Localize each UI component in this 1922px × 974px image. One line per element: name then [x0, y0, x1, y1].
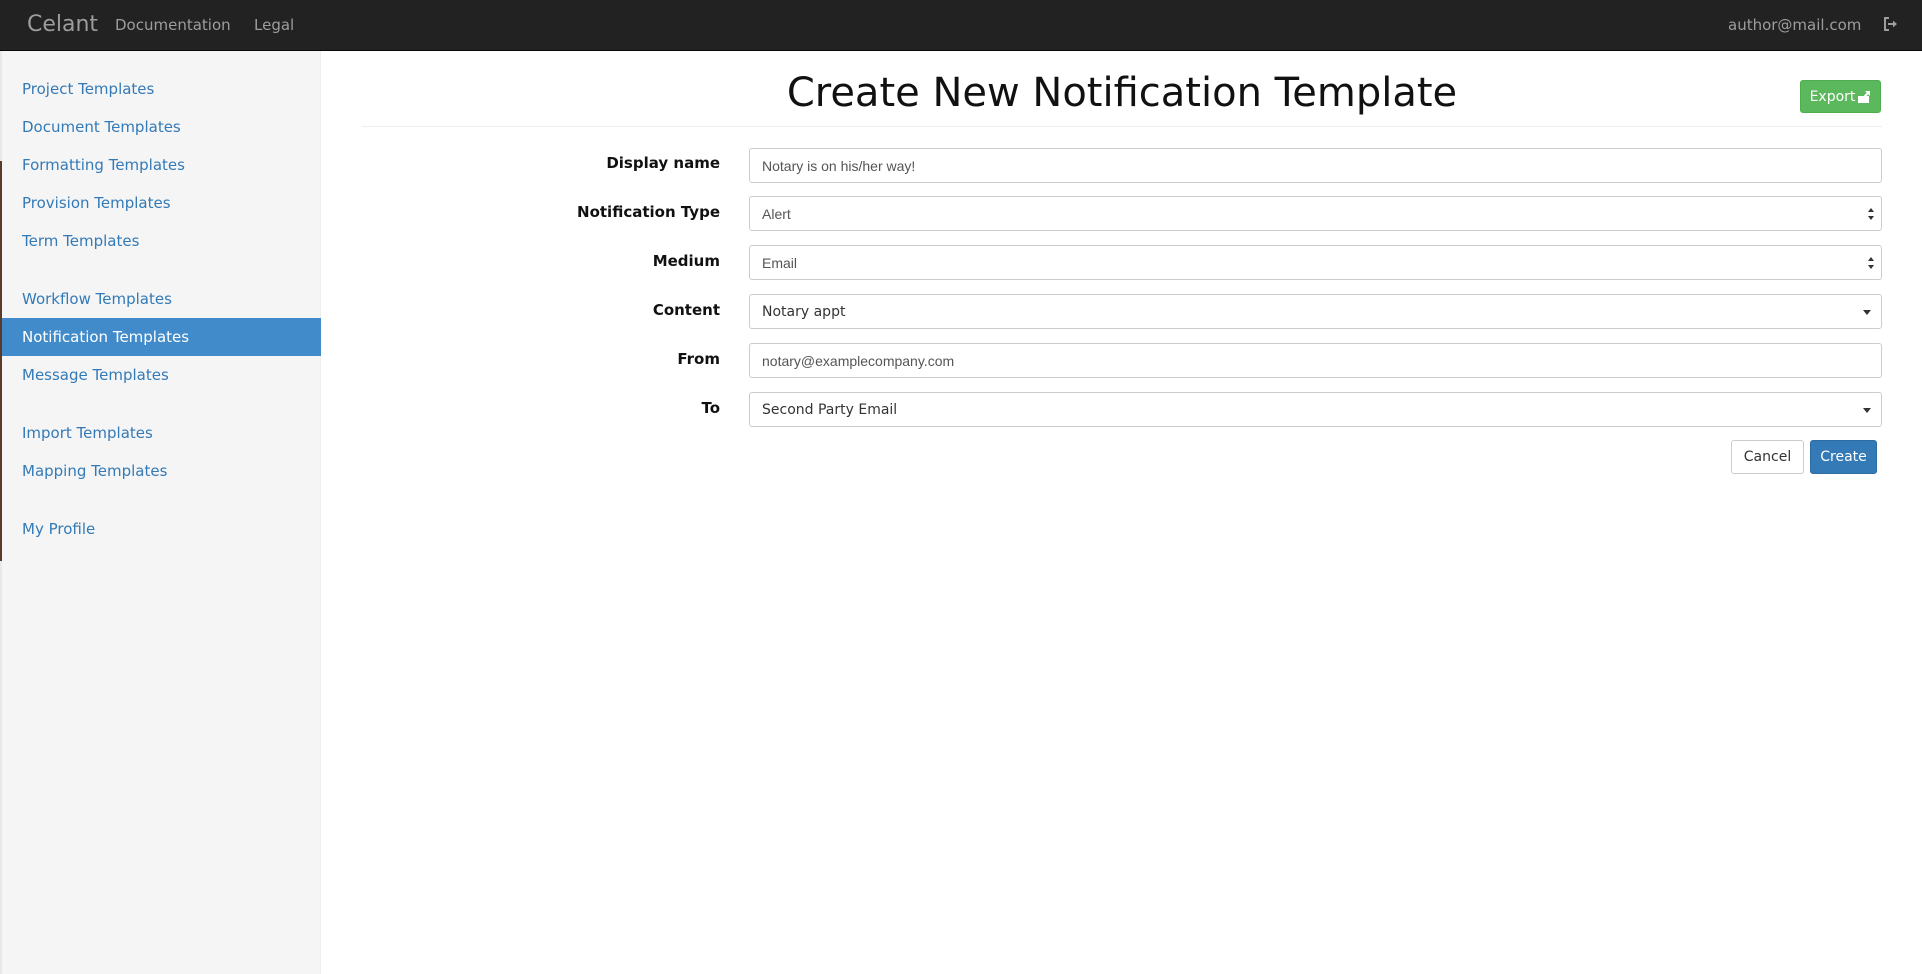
display-name-label: Display name	[606, 154, 720, 172]
sidebar-item-document-templates[interactable]: Document Templates	[2, 108, 321, 146]
from-label: From	[677, 350, 720, 368]
notification-type-select[interactable]: Alert	[749, 196, 1882, 231]
cancel-button[interactable]: Cancel	[1731, 440, 1804, 474]
notification-type-label: Notification Type	[577, 203, 720, 221]
content-value: Notary appt	[762, 303, 846, 320]
title-divider	[362, 126, 1882, 127]
export-button[interactable]: Export	[1800, 80, 1881, 113]
sidebar-item-my-profile[interactable]: My Profile	[2, 510, 321, 548]
sidebar-item-provision-templates[interactable]: Provision Templates	[2, 184, 321, 222]
display-name-input[interactable]: Notary is on his/her way!	[749, 148, 1882, 183]
sidebar-item-term-templates[interactable]: Term Templates	[2, 222, 321, 260]
nav-legal[interactable]: Legal	[254, 16, 294, 34]
medium-label: Medium	[652, 252, 720, 270]
export-icon	[1858, 91, 1871, 103]
brand-logo[interactable]: Celant	[27, 12, 98, 37]
top-navbar: Celant Documentation Legal author@mail.c…	[0, 0, 1922, 51]
select-arrows-icon	[1868, 257, 1874, 269]
sign-out-icon[interactable]	[1882, 15, 1900, 33]
sidebar-item-mapping-templates[interactable]: Mapping Templates	[2, 452, 321, 490]
caret-down-icon	[1863, 408, 1871, 413]
sidebar-item-import-templates[interactable]: Import Templates	[2, 414, 321, 452]
from-input[interactable]: notary@examplecompany.com	[749, 343, 1882, 378]
medium-select[interactable]: Email	[749, 245, 1882, 280]
to-value: Second Party Email	[762, 401, 898, 418]
from-value: notary@examplecompany.com	[762, 352, 955, 369]
sidebar-item-message-templates[interactable]: Message Templates	[2, 356, 321, 394]
sidebar-item-notification-templates[interactable]: Notification Templates	[2, 318, 321, 356]
sidebar-item-workflow-templates[interactable]: Workflow Templates	[2, 280, 321, 318]
display-name-value: Notary is on his/her way!	[762, 157, 916, 174]
content-dropdown[interactable]: Notary appt	[749, 294, 1882, 329]
nav-documentation[interactable]: Documentation	[115, 16, 231, 34]
sidebar-item-formatting-templates[interactable]: Formatting Templates	[2, 146, 321, 184]
to-label: To	[701, 399, 720, 417]
sidebar: Project Templates Document Templates For…	[2, 51, 321, 974]
notification-type-value: Alert	[762, 205, 791, 222]
create-button[interactable]: Create	[1810, 440, 1877, 474]
page-title: Create New Notification Template	[786, 70, 1458, 116]
to-dropdown[interactable]: Second Party Email	[749, 392, 1882, 427]
content-label: Content	[652, 301, 720, 319]
caret-down-icon	[1863, 310, 1871, 315]
select-arrows-icon	[1868, 208, 1874, 220]
export-label: Export	[1809, 88, 1856, 105]
medium-value: Email	[762, 254, 798, 271]
user-email[interactable]: author@mail.com	[1728, 16, 1861, 34]
sidebar-item-project-templates[interactable]: Project Templates	[2, 70, 321, 108]
